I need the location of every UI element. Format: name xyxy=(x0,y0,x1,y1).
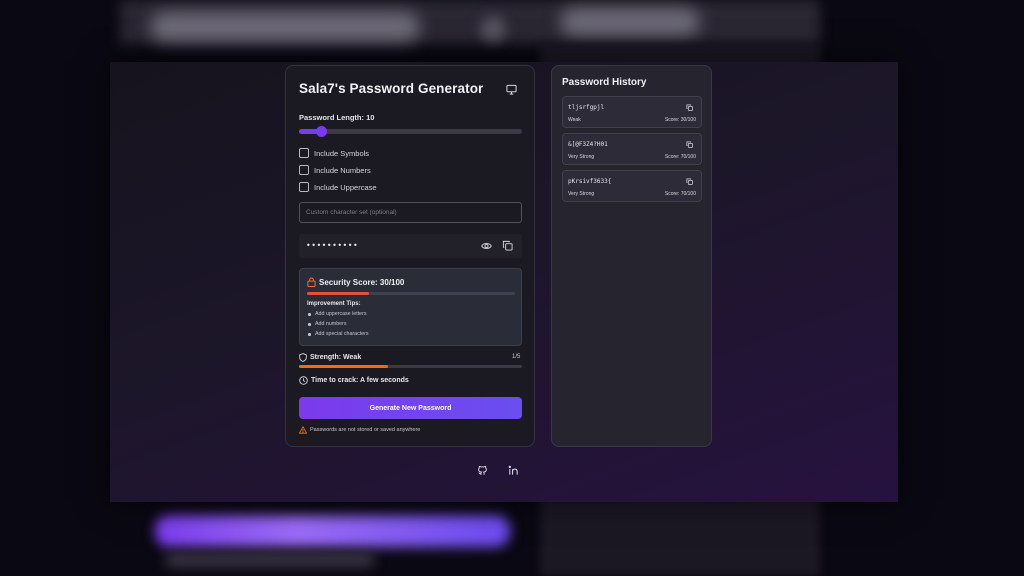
page-title: Sala7's Password Generator xyxy=(299,81,484,96)
clock-icon xyxy=(299,376,308,385)
uppercase-checkbox[interactable] xyxy=(299,182,309,192)
tip-item: Add special characters xyxy=(307,331,369,341)
blurred-button xyxy=(155,515,510,547)
privacy-notice: Passwords are not stored or saved anywhe… xyxy=(310,427,421,433)
strength-bar xyxy=(299,365,522,368)
blurred-heading xyxy=(560,8,700,36)
uppercase-label: Include Uppercase xyxy=(314,182,377,192)
history-password: pKrsivf3633{ xyxy=(568,178,612,185)
strength-label: Strength: Weak xyxy=(310,354,362,361)
linkedin-icon[interactable] xyxy=(508,465,519,476)
monitor-icon[interactable] xyxy=(506,84,517,95)
lock-icon xyxy=(307,277,316,287)
tip-item: Add numbers xyxy=(307,321,369,331)
password-masked: •••••••••• xyxy=(306,241,359,250)
length-slider-thumb[interactable] xyxy=(316,126,328,137)
copy-icon[interactable] xyxy=(686,178,693,185)
option-uppercase[interactable]: Include Uppercase xyxy=(299,182,377,192)
tips-title: Improvement Tips: xyxy=(307,301,361,307)
shield-icon xyxy=(299,353,307,362)
numbers-checkbox[interactable] xyxy=(299,165,309,175)
generate-password-button[interactable]: Generate New Password xyxy=(299,397,522,419)
tips-list: Add uppercase letters Add numbers Add sp… xyxy=(307,311,369,341)
history-strength: Weak xyxy=(568,117,581,123)
strength-count: 1/5 xyxy=(512,354,521,360)
history-item: &[@F3Z4?H01 Very Strong Score: 70/100 xyxy=(562,133,702,165)
history-item: tljsrfgpjl Weak Score: 30/100 xyxy=(562,96,702,128)
symbols-checkbox[interactable] xyxy=(299,148,309,158)
copy-icon[interactable] xyxy=(686,104,693,111)
copy-icon[interactable] xyxy=(502,240,513,251)
history-item: pKrsivf3633{ Very Strong Score: 70/100 xyxy=(562,170,702,202)
history-score: Score: 70/100 xyxy=(664,154,696,160)
github-icon[interactable] xyxy=(477,465,488,476)
length-slider[interactable] xyxy=(299,126,522,137)
blurred-notice xyxy=(165,553,375,567)
warning-icon xyxy=(299,426,307,434)
copy-icon[interactable] xyxy=(686,141,693,148)
option-numbers[interactable]: Include Numbers xyxy=(299,165,371,175)
tip-item: Add uppercase letters xyxy=(307,311,369,321)
option-symbols[interactable]: Include Symbols xyxy=(299,148,369,158)
eye-icon[interactable] xyxy=(481,241,492,251)
password-length-label: Password Length: 10 xyxy=(299,113,375,122)
password-history-panel: Password History tljsrfgpjl Weak Score: … xyxy=(551,65,712,447)
numbers-label: Include Numbers xyxy=(314,165,371,175)
password-output: •••••••••• xyxy=(299,234,522,258)
symbols-label: Include Symbols xyxy=(314,148,370,158)
security-score-bar xyxy=(307,292,515,295)
custom-charset-input[interactable] xyxy=(299,202,522,223)
history-score: Score: 30/100 xyxy=(664,117,696,123)
security-score-fill xyxy=(307,292,370,295)
history-title: Password History xyxy=(562,77,647,88)
security-score-title: Security Score: 30/100 xyxy=(319,278,405,287)
blurred-icon xyxy=(480,16,506,42)
security-score-panel: Security Score: 30/100 Improvement Tips:… xyxy=(299,268,522,346)
strength-fill xyxy=(299,365,389,368)
blurred-title xyxy=(150,12,420,42)
history-score: Score: 70/100 xyxy=(664,191,696,197)
generator-card: Sala7's Password Generator Password Leng… xyxy=(285,65,535,447)
history-password: &[@F3Z4?H01 xyxy=(568,141,608,148)
history-strength: Very Strong xyxy=(568,191,595,197)
history-password: tljsrfgpjl xyxy=(568,104,605,111)
crack-time-label: Time to crack: A few seconds xyxy=(311,377,409,384)
history-strength: Very Strong xyxy=(568,154,595,160)
